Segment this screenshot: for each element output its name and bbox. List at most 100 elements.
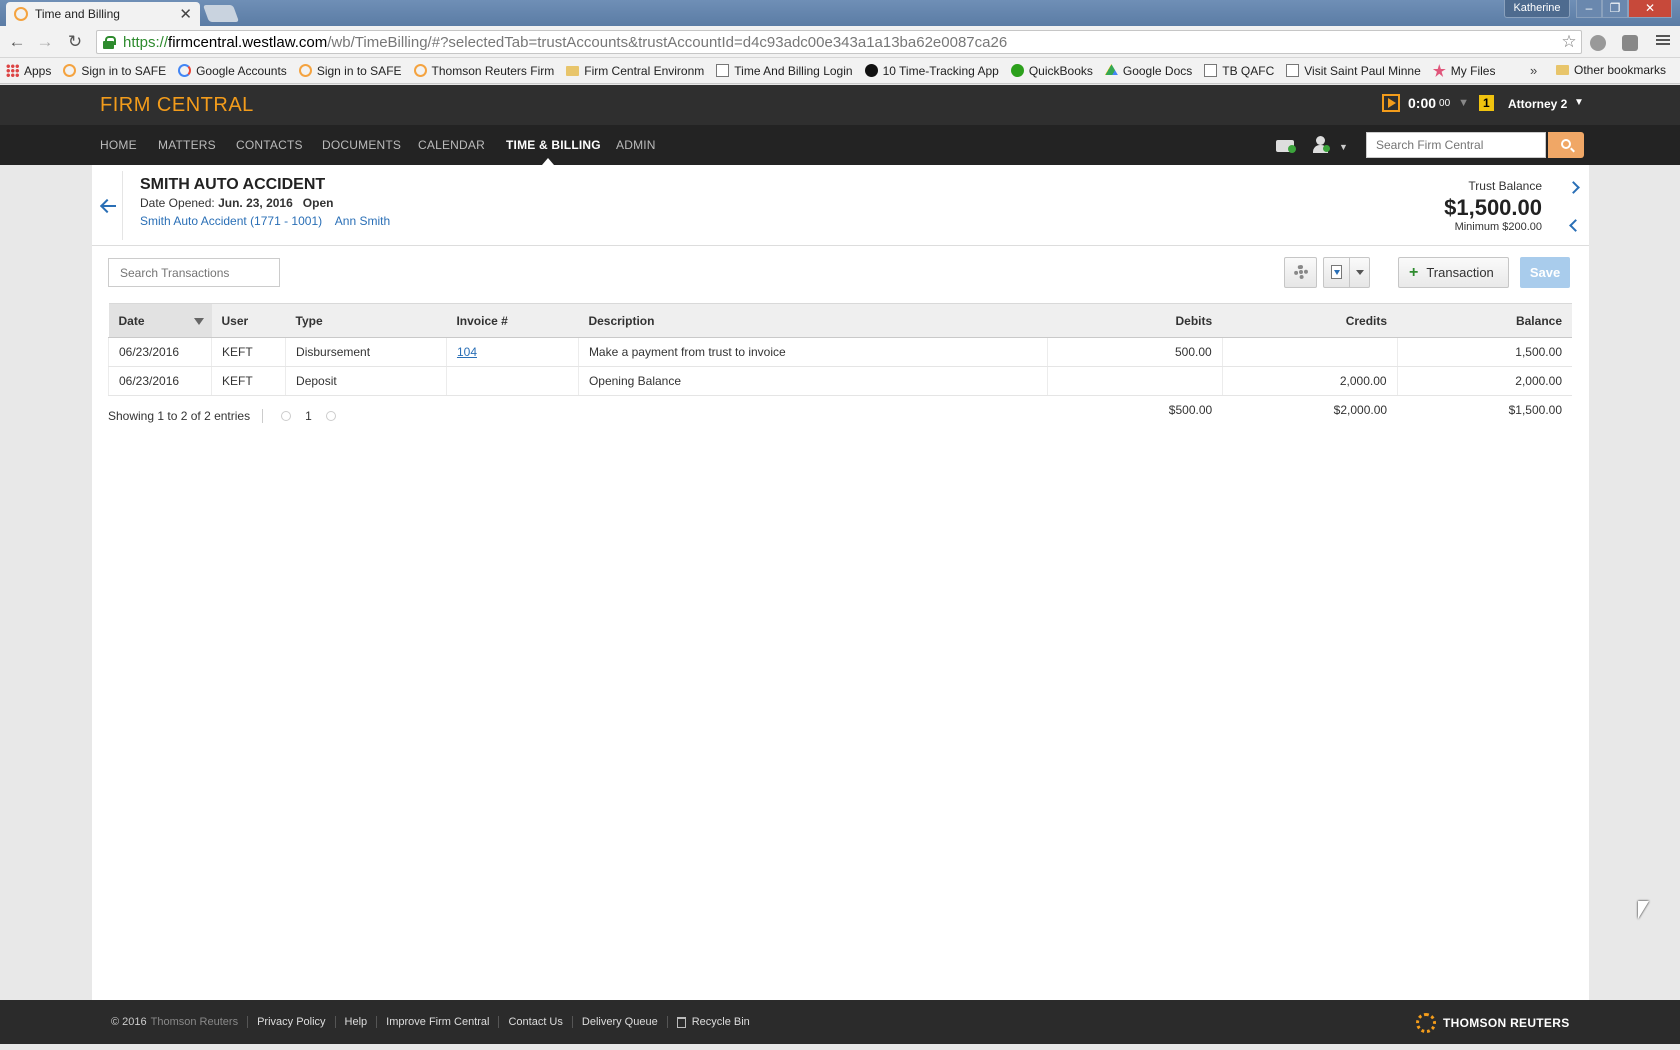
nav-home[interactable]: HOME (100, 138, 137, 152)
extension-icon[interactable] (1590, 35, 1606, 51)
new-tab-button[interactable] (202, 5, 240, 22)
mouse-cursor-icon (1638, 901, 1649, 919)
cell-description: Opening Balance (578, 366, 1048, 396)
bookmark-item[interactable]: Apps (6, 64, 51, 78)
bookmark-item[interactable]: Thomson Reuters Firm (413, 64, 554, 78)
bookmark-item[interactable]: Firm Central Environm (566, 64, 704, 78)
bookmark-star-icon[interactable]: ☆ (1557, 31, 1581, 53)
settings-button[interactable] (1284, 257, 1317, 288)
reload-icon[interactable]: ↻ (64, 31, 86, 53)
next-page-icon[interactable] (325, 411, 336, 421)
save-button[interactable]: Save (1520, 257, 1570, 288)
bookmark-item[interactable]: Google Accounts (178, 64, 287, 78)
matter-link[interactable]: Smith Auto Accident (1771 - 1001) (140, 214, 322, 228)
prev-page-icon[interactable] (281, 411, 292, 421)
chevron-right-icon[interactable] (1567, 181, 1579, 193)
nav-documents[interactable]: DOCUMENTS (322, 138, 401, 152)
cell-user: KEFT (211, 337, 287, 367)
bookmark-item[interactable]: Sign in to SAFE (298, 64, 402, 78)
timer-count-badge[interactable]: 1 (1479, 95, 1494, 111)
bookmarks-overflow-icon[interactable]: » (1530, 63, 1537, 78)
user-menu[interactable]: Attorney 2 (1508, 97, 1567, 111)
bookmark-label: QuickBooks (1028, 63, 1093, 78)
tab-close-icon[interactable]: ✕ (179, 5, 192, 23)
qb-icon (1010, 64, 1024, 77)
fc-icon (864, 64, 878, 77)
page-number[interactable]: 1 (305, 409, 312, 423)
table-row[interactable]: 06/23/2016 KEFT Disbursement 104 Make a … (108, 337, 1572, 367)
main-nav: HOME MATTERS CONTACTS DOCUMENTS CALENDAR… (0, 125, 1680, 165)
bookmark-item[interactable]: TB QAFC (1204, 64, 1274, 78)
bookmark-item[interactable]: Sign in to SAFE (63, 64, 166, 78)
col-header-date[interactable]: Date (108, 303, 212, 338)
safe-icon (63, 64, 77, 77)
nav-admin[interactable]: ADMIN (616, 138, 656, 152)
col-header-invoice[interactable]: Invoice # (446, 303, 579, 338)
table-row[interactable]: 06/23/2016 KEFT Deposit Opening Balance … (108, 366, 1572, 396)
footer-link-recycle-bin[interactable]: Recycle Bin (692, 1016, 750, 1028)
col-header-description[interactable]: Description (578, 303, 1048, 338)
restore-icon[interactable]: ❐ (1602, 0, 1628, 18)
user-caret-icon[interactable]: ▼ (1574, 97, 1584, 108)
transactions-table: Date User Type Invoice # Description Deb… (108, 303, 1572, 424)
bookmark-label: TB QAFC (1222, 63, 1275, 78)
bookmark-item[interactable]: Time And Billing Login (716, 64, 853, 78)
export-button[interactable] (1323, 257, 1350, 288)
timer[interactable]: 0:00 00 ▼ 1 (1382, 94, 1494, 112)
apps-icon (6, 64, 19, 77)
col-header-balance[interactable]: Balance (1397, 303, 1572, 338)
divider (262, 409, 264, 423)
global-search-input[interactable] (1366, 132, 1546, 158)
col-header-debits[interactable]: Debits (1047, 303, 1223, 338)
profile-button[interactable]: Katherine (1504, 0, 1570, 18)
nav-matters[interactable]: MATTERS (158, 138, 216, 152)
bookmark-label: My Files (1450, 63, 1496, 78)
export-dropdown-button[interactable] (1350, 257, 1370, 288)
play-icon[interactable] (1382, 94, 1400, 112)
new-contact-icon[interactable] (1312, 135, 1334, 155)
address-bar[interactable]: https:// firmcentral.westlaw.com /wb/Tim… (96, 30, 1582, 54)
footer-link-contact[interactable]: Contact Us (508, 1016, 562, 1028)
back-button[interactable] (92, 171, 123, 240)
nav-calendar[interactable]: CALENDAR (418, 138, 485, 152)
browser-tab[interactable]: Time and Billing ✕ (6, 2, 200, 26)
nav-time-billing[interactable]: TIME & BILLING (506, 138, 601, 152)
add-transaction-button[interactable]: + Transaction (1398, 257, 1509, 288)
footer-link-privacy[interactable]: Privacy Policy (257, 1016, 325, 1028)
brand-name: THOMSON REUTERS (1443, 1016, 1570, 1030)
bookmark-item[interactable]: QuickBooks (1010, 63, 1093, 78)
bookmark-item[interactable]: 10 Time-Tracking App (864, 63, 999, 78)
search-transactions-input[interactable] (108, 258, 280, 287)
nav-contacts[interactable]: CONTACTS (236, 138, 303, 152)
copyright-owner: Thomson Reuters (150, 1016, 239, 1028)
recycle-bin-icon (676, 1016, 686, 1028)
browser-menu-icon[interactable] (1655, 33, 1671, 49)
footer-link-improve[interactable]: Improve Firm Central (386, 1016, 489, 1028)
window-close-icon[interactable]: ✕ (1628, 0, 1672, 18)
back-arrow-icon (100, 198, 116, 214)
forward-icon[interactable]: → (34, 31, 56, 53)
contact-caret-icon[interactable]: ▼ (1339, 142, 1348, 152)
minimize-icon[interactable]: – (1576, 0, 1602, 18)
global-search-button[interactable] (1548, 132, 1584, 158)
col-header-type[interactable]: Type (285, 303, 447, 338)
chevron-down-icon[interactable]: ▼ (1458, 97, 1469, 109)
bookmark-item[interactable]: Visit Saint Paul Minne (1286, 64, 1421, 78)
footer-link-help[interactable]: Help (345, 1016, 368, 1028)
other-bookmarks[interactable]: Other bookmarks (1556, 63, 1666, 77)
cell-debit: 500.00 (1047, 337, 1223, 367)
footer-link-delivery-queue[interactable]: Delivery Queue (582, 1016, 658, 1028)
client-link[interactable]: Ann Smith (335, 214, 390, 228)
chevron-left-icon[interactable] (1567, 219, 1579, 231)
back-icon[interactable]: ← (6, 31, 28, 53)
extension-icon[interactable] (1622, 35, 1638, 51)
new-matter-icon[interactable] (1276, 135, 1298, 155)
bookmark-item[interactable]: Google Docs (1104, 64, 1192, 78)
app-logo[interactable]: FIRM CENTRAL (100, 94, 254, 117)
invoice-link[interactable]: 104 (457, 345, 477, 359)
bookmark-label: 10 Time-Tracking App (882, 63, 999, 78)
col-header-user[interactable]: User (211, 303, 286, 338)
col-header-credits[interactable]: Credits (1222, 303, 1398, 338)
bookmark-item[interactable]: My Files (1432, 63, 1496, 78)
total-credits: $2,000.00 (1333, 402, 1388, 417)
